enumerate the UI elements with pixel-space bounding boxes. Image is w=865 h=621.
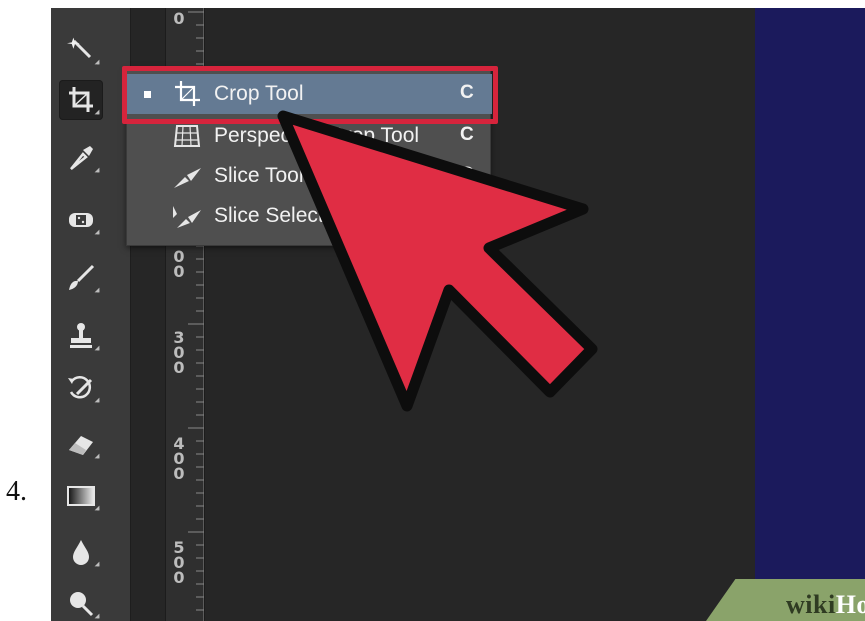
magic-wand-tool[interactable] <box>59 30 103 70</box>
blur-tool[interactable] <box>59 532 103 572</box>
wikihow-watermark: wikiHow <box>786 590 865 620</box>
menu-item-shortcut: C <box>460 204 474 225</box>
ruler-label: 3 0 0 <box>173 328 185 377</box>
menu-item-slice-select-tool[interactable]: Slice Select Tool C <box>127 196 492 236</box>
menu-item-label: Perspective Crop Tool <box>214 124 420 147</box>
ruler-label: 0 <box>173 9 185 28</box>
history-brush-icon <box>68 376 93 399</box>
crop-tool[interactable] <box>59 80 103 120</box>
eyedropper-tool[interactable] <box>59 138 103 178</box>
eraser-icon <box>69 436 93 455</box>
tools-panel <box>51 8 131 621</box>
brush-tool[interactable] <box>59 258 103 298</box>
brush-icon <box>69 264 95 290</box>
eyedropper-icon <box>70 146 93 170</box>
menu-item-label: Crop Tool <box>214 82 304 105</box>
crop-icon <box>69 87 93 112</box>
step-number: 4. <box>6 476 27 507</box>
stamp-icon <box>70 323 92 348</box>
crop-icon <box>175 81 200 106</box>
document-canvas <box>755 8 865 621</box>
watermark-wiki: wiki <box>786 590 836 619</box>
ruler-label: 0 0 <box>173 247 185 281</box>
menu-item-slice-tool[interactable]: Slice Tool C <box>127 156 492 196</box>
bandage-icon <box>69 213 93 227</box>
ruler-label: 5 0 0 <box>173 538 185 587</box>
selected-bullet <box>144 91 151 98</box>
menu-item-shortcut: C <box>460 82 474 103</box>
eraser-tool[interactable] <box>59 424 103 464</box>
gradient-tool[interactable] <box>59 476 103 516</box>
menu-item-shortcut: C <box>460 164 474 185</box>
dodge-icon <box>70 592 94 617</box>
slice-select-icon <box>173 206 201 228</box>
crop-tool-flyout-menu: Crop Tool C Perspective Crop Tool C Slic… <box>126 68 492 246</box>
photoshop-screenshot: 0 0 0 3 0 0 4 0 0 5 0 0 Crop Tool C Pers… <box>51 8 865 621</box>
gradient-icon <box>67 486 95 506</box>
dodge-tool[interactable] <box>59 584 103 621</box>
menu-item-label: Slice Tool <box>214 164 304 187</box>
spot-healing-tool[interactable] <box>59 200 103 240</box>
drop-icon <box>73 540 89 565</box>
menu-item-shortcut: C <box>460 124 474 145</box>
menu-item-label: Slice Select Tool <box>214 204 368 227</box>
watermark-how: How <box>835 590 865 619</box>
clone-stamp-tool[interactable] <box>59 316 103 356</box>
magic-wand-icon <box>67 37 92 59</box>
menu-item-crop-tool[interactable]: Crop Tool C <box>127 74 492 114</box>
slice-icon <box>174 168 201 188</box>
menu-item-perspective-crop-tool[interactable]: Perspective Crop Tool C <box>127 116 492 156</box>
ruler-label: 4 0 0 <box>173 434 185 483</box>
perspective-crop-icon <box>173 125 201 147</box>
history-brush-tool[interactable] <box>59 368 103 408</box>
